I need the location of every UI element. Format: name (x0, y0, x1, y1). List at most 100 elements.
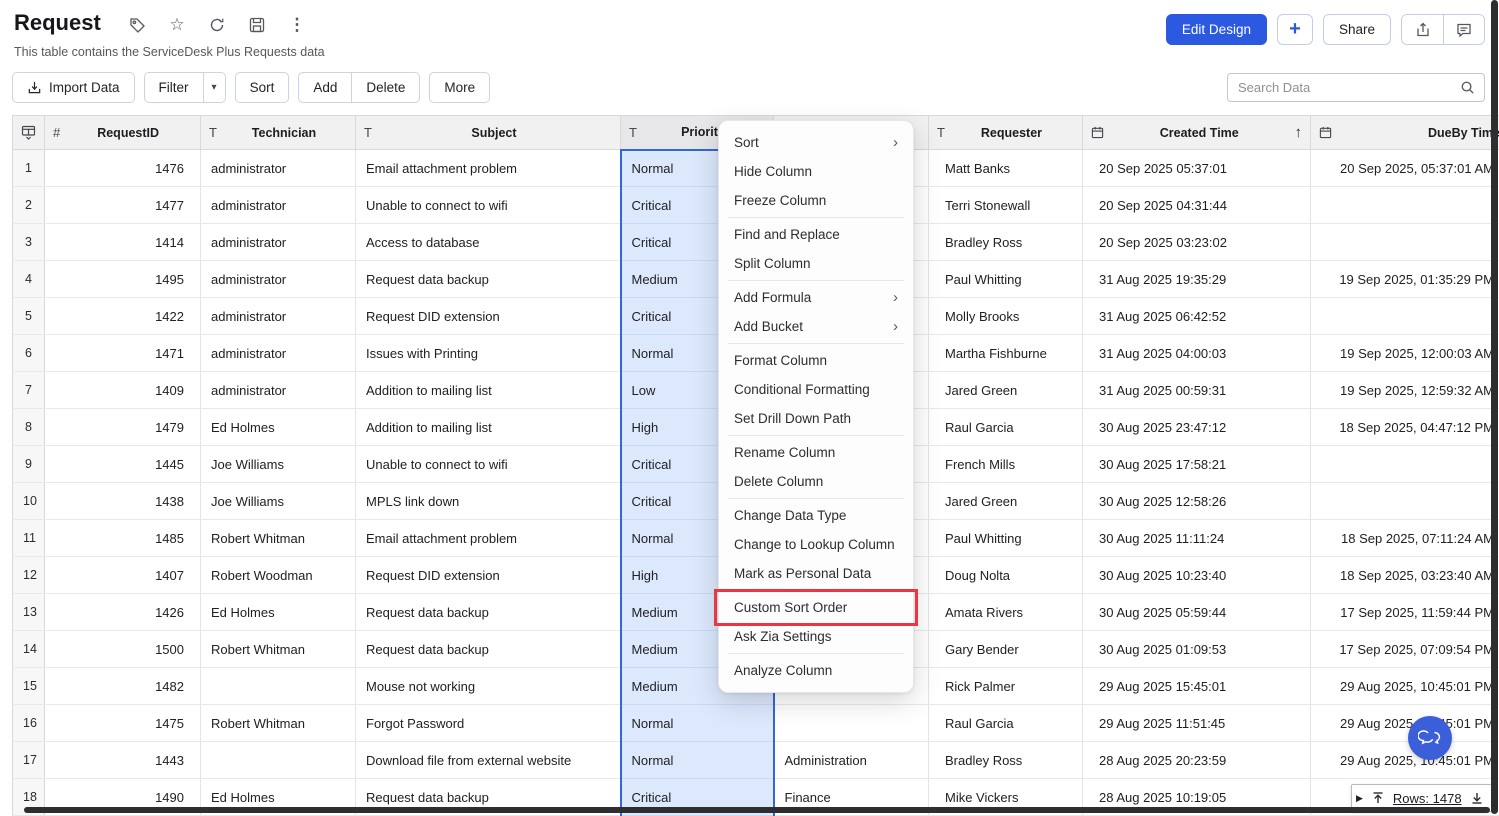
cell-priority[interactable]: Normal (621, 705, 774, 742)
cell-technician[interactable]: administrator (201, 261, 356, 298)
cell-subject[interactable]: Request data backup (356, 261, 621, 298)
cell-dueby_time[interactable] (1311, 483, 1499, 520)
cell-created_time[interactable]: 30 Aug 2025 05:59:44 (1083, 594, 1311, 631)
cell-requester[interactable]: Terri Stonewall (929, 187, 1083, 224)
cell-department[interactable]: Administration (774, 742, 929, 779)
cell-created_time[interactable]: 28 Aug 2025 20:23:59 (1083, 742, 1311, 779)
cell-created_time[interactable]: 30 Aug 2025 23:47:12 (1083, 409, 1311, 446)
cell-technician[interactable]: Robert Whitman (201, 631, 356, 668)
cell-num[interactable]: 12 (13, 557, 45, 594)
cell-subject[interactable]: Request DID extension (356, 298, 621, 335)
cell-subject[interactable]: Unable to connect to wifi (356, 187, 621, 224)
cell-technician[interactable] (201, 668, 356, 705)
cell-subject[interactable]: Forgot Password (356, 705, 621, 742)
cell-subject[interactable]: Mouse not working (356, 668, 621, 705)
menu-item-ask-zia-settings[interactable]: Ask Zia Settings (719, 622, 913, 651)
menu-item-rename-column[interactable]: Rename Column (719, 438, 913, 467)
export-icon[interactable] (1402, 15, 1443, 44)
cell-request_id[interactable]: 1443 (45, 742, 201, 779)
menu-item-conditional-formatting[interactable]: Conditional Formatting (719, 375, 913, 404)
cell-request_id[interactable]: 1500 (45, 631, 201, 668)
menu-item-sort[interactable]: Sort› (719, 128, 913, 157)
cell-requester[interactable]: Jared Green (929, 483, 1083, 520)
tag-icon[interactable] (128, 16, 146, 34)
cell-requester[interactable]: Amata Rivers (929, 594, 1083, 631)
cell-request_id[interactable]: 1495 (45, 261, 201, 298)
cell-num[interactable]: 13 (13, 594, 45, 631)
more-button[interactable]: More (429, 72, 490, 103)
cell-num[interactable]: 16 (13, 705, 45, 742)
menu-item-change-to-lookup-column[interactable]: Change to Lookup Column (719, 530, 913, 559)
cell-priority[interactable]: Normal (621, 742, 774, 779)
cell-created_time[interactable]: 29 Aug 2025 15:45:01 (1083, 668, 1311, 705)
cell-requester[interactable]: Doug Nolta (929, 557, 1083, 594)
column-header-dueby_time[interactable]: DueBy Time (1311, 116, 1499, 150)
go-to-top-icon[interactable] (1371, 791, 1385, 805)
cell-num[interactable]: 11 (13, 520, 45, 557)
cell-dueby_time[interactable]: 17 Sep 2025, 11:59:44 PM (1311, 594, 1499, 631)
cell-created_time[interactable]: 31 Aug 2025 00:59:31 (1083, 372, 1311, 409)
cell-created_time[interactable]: 30 Aug 2025 11:11:24 (1083, 520, 1311, 557)
rows-count-link[interactable]: Rows: 1478 (1393, 791, 1462, 806)
cell-dueby_time[interactable]: 20 Sep 2025, 05:37:01 AM (1311, 150, 1499, 187)
cell-created_time[interactable]: 20 Sep 2025 03:23:02 (1083, 224, 1311, 261)
vertical-scrollbar[interactable] (1491, 0, 1498, 814)
refresh-icon[interactable] (208, 16, 226, 34)
cell-dueby_time[interactable]: 19 Sep 2025, 12:59:32 AM (1311, 372, 1499, 409)
cell-subject[interactable]: Request DID extension (356, 557, 621, 594)
column-header-created_time[interactable]: Created Time↑ (1083, 116, 1311, 150)
cell-dueby_time[interactable]: 17 Sep 2025, 07:09:54 PM (1311, 631, 1499, 668)
cell-num[interactable]: 4 (13, 261, 45, 298)
cell-request_id[interactable]: 1438 (45, 483, 201, 520)
cell-request_id[interactable]: 1477 (45, 187, 201, 224)
cell-technician[interactable]: administrator (201, 187, 356, 224)
delete-button[interactable]: Delete (351, 73, 419, 102)
cell-requester[interactable]: Bradley Ross (929, 742, 1083, 779)
cell-request_id[interactable]: 1471 (45, 335, 201, 372)
cell-requester[interactable]: Bradley Ross (929, 224, 1083, 261)
cell-requester[interactable]: French Mills (929, 446, 1083, 483)
sort-button[interactable]: Sort (235, 72, 290, 103)
menu-item-format-column[interactable]: Format Column (719, 346, 913, 375)
cell-requester[interactable]: Molly Brooks (929, 298, 1083, 335)
menu-item-add-formula[interactable]: Add Formula› (719, 283, 913, 312)
cell-dueby_time[interactable]: 18 Sep 2025, 07:11:24 AM (1311, 520, 1499, 557)
cell-created_time[interactable]: 30 Aug 2025 12:58:26 (1083, 483, 1311, 520)
edit-design-button[interactable]: Edit Design (1166, 14, 1267, 45)
cell-subject[interactable]: Access to database (356, 224, 621, 261)
star-icon[interactable]: ☆ (168, 16, 186, 34)
column-header-subject[interactable]: TSubject (356, 116, 621, 150)
cell-technician[interactable]: administrator (201, 335, 356, 372)
cell-technician[interactable]: administrator (201, 372, 356, 409)
cell-request_id[interactable]: 1422 (45, 298, 201, 335)
cell-created_time[interactable]: 20 Sep 2025 04:31:44 (1083, 187, 1311, 224)
cell-created_time[interactable]: 31 Aug 2025 19:35:29 (1083, 261, 1311, 298)
cell-request_id[interactable]: 1407 (45, 557, 201, 594)
cell-created_time[interactable]: 30 Aug 2025 01:09:53 (1083, 631, 1311, 668)
cell-subject[interactable]: Request data backup (356, 631, 621, 668)
add-view-button[interactable]: + (1277, 14, 1313, 45)
cell-subject[interactable]: Request data backup (356, 594, 621, 631)
cell-request_id[interactable]: 1485 (45, 520, 201, 557)
cell-num[interactable]: 1 (13, 150, 45, 187)
cell-technician[interactable]: Robert Whitman (201, 705, 356, 742)
cell-requester[interactable]: Raul Garcia (929, 705, 1083, 742)
menu-item-mark-as-personal-data[interactable]: Mark as Personal Data (719, 559, 913, 588)
cell-num[interactable]: 6 (13, 335, 45, 372)
cell-request_id[interactable]: 1482 (45, 668, 201, 705)
save-icon[interactable] (248, 16, 266, 34)
menu-item-analyze-column[interactable]: Analyze Column (719, 656, 913, 685)
cell-technician[interactable] (201, 742, 356, 779)
add-button[interactable]: Add (299, 73, 351, 102)
cell-department[interactable] (774, 705, 929, 742)
column-header-requester[interactable]: TRequester (929, 116, 1083, 150)
cell-technician[interactable]: administrator (201, 224, 356, 261)
cell-dueby_time[interactable]: 18 Sep 2025, 04:47:12 PM (1311, 409, 1499, 446)
column-header-request_id[interactable]: #RequestID (45, 116, 201, 150)
cell-subject[interactable]: Addition to mailing list (356, 372, 621, 409)
go-to-bottom-icon[interactable] (1470, 791, 1484, 805)
cell-created_time[interactable]: 29 Aug 2025 11:51:45 (1083, 705, 1311, 742)
cell-num[interactable]: 9 (13, 446, 45, 483)
column-header-technician[interactable]: TTechnician (201, 116, 356, 150)
cell-num[interactable]: 8 (13, 409, 45, 446)
